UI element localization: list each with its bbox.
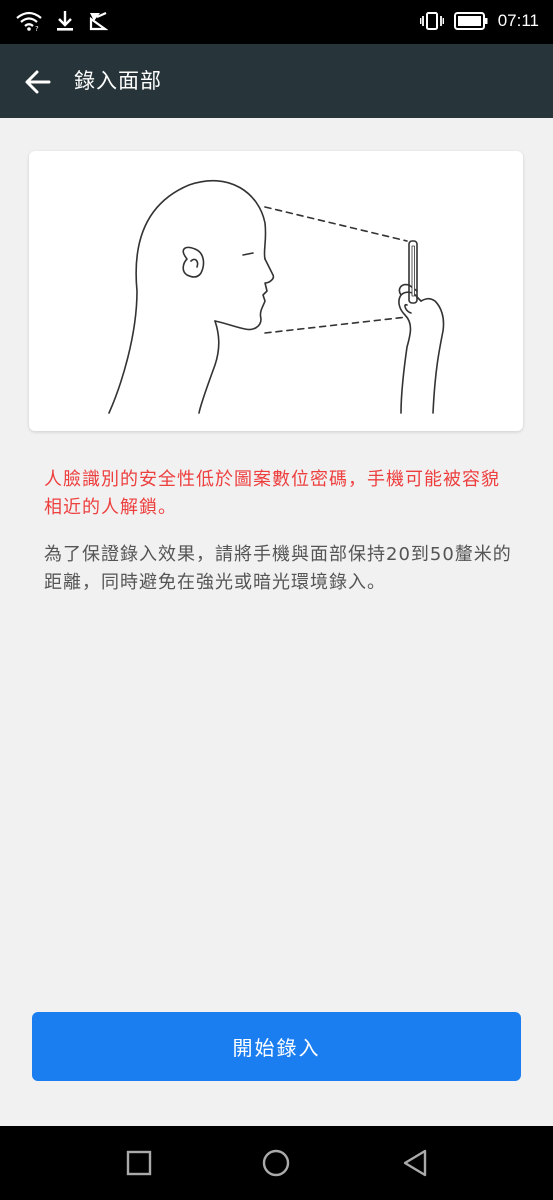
arrow-back-icon[interactable]	[24, 68, 52, 96]
status-time: 07:11	[497, 11, 539, 30]
navigation-bar	[0, 1126, 553, 1200]
status-right: 07:11	[419, 10, 539, 32]
info-text: 為了保證錄入效果，請將手機與面部保持20到50釐米的距離，同時避免在強光或暗光環…	[44, 544, 512, 593]
illustration-card	[29, 151, 523, 431]
start-enroll-button[interactable]: 開始錄入	[32, 1012, 521, 1081]
status-bar: ? 07:11	[0, 0, 553, 44]
page-title: 錄入面部	[74, 69, 162, 93]
home-icon[interactable]	[261, 1148, 291, 1178]
back-icon[interactable]	[400, 1148, 430, 1178]
recents-icon[interactable]	[124, 1148, 154, 1178]
face-scan-illustration	[108, 179, 445, 414]
download-icon	[57, 11, 73, 31]
notification-icon	[89, 11, 108, 31]
warning-text: 人臉識別的安全性低於圖案數位密碼，手機可能被容貌相近的人解鎖。	[44, 469, 500, 518]
status-left: ?	[16, 10, 108, 32]
battery-icon	[453, 12, 488, 30]
wifi-icon: ?	[16, 11, 42, 31]
vibrate-icon	[419, 12, 444, 30]
svg-text:?: ?	[35, 25, 39, 31]
app-bar: 錄入面部	[0, 44, 553, 118]
